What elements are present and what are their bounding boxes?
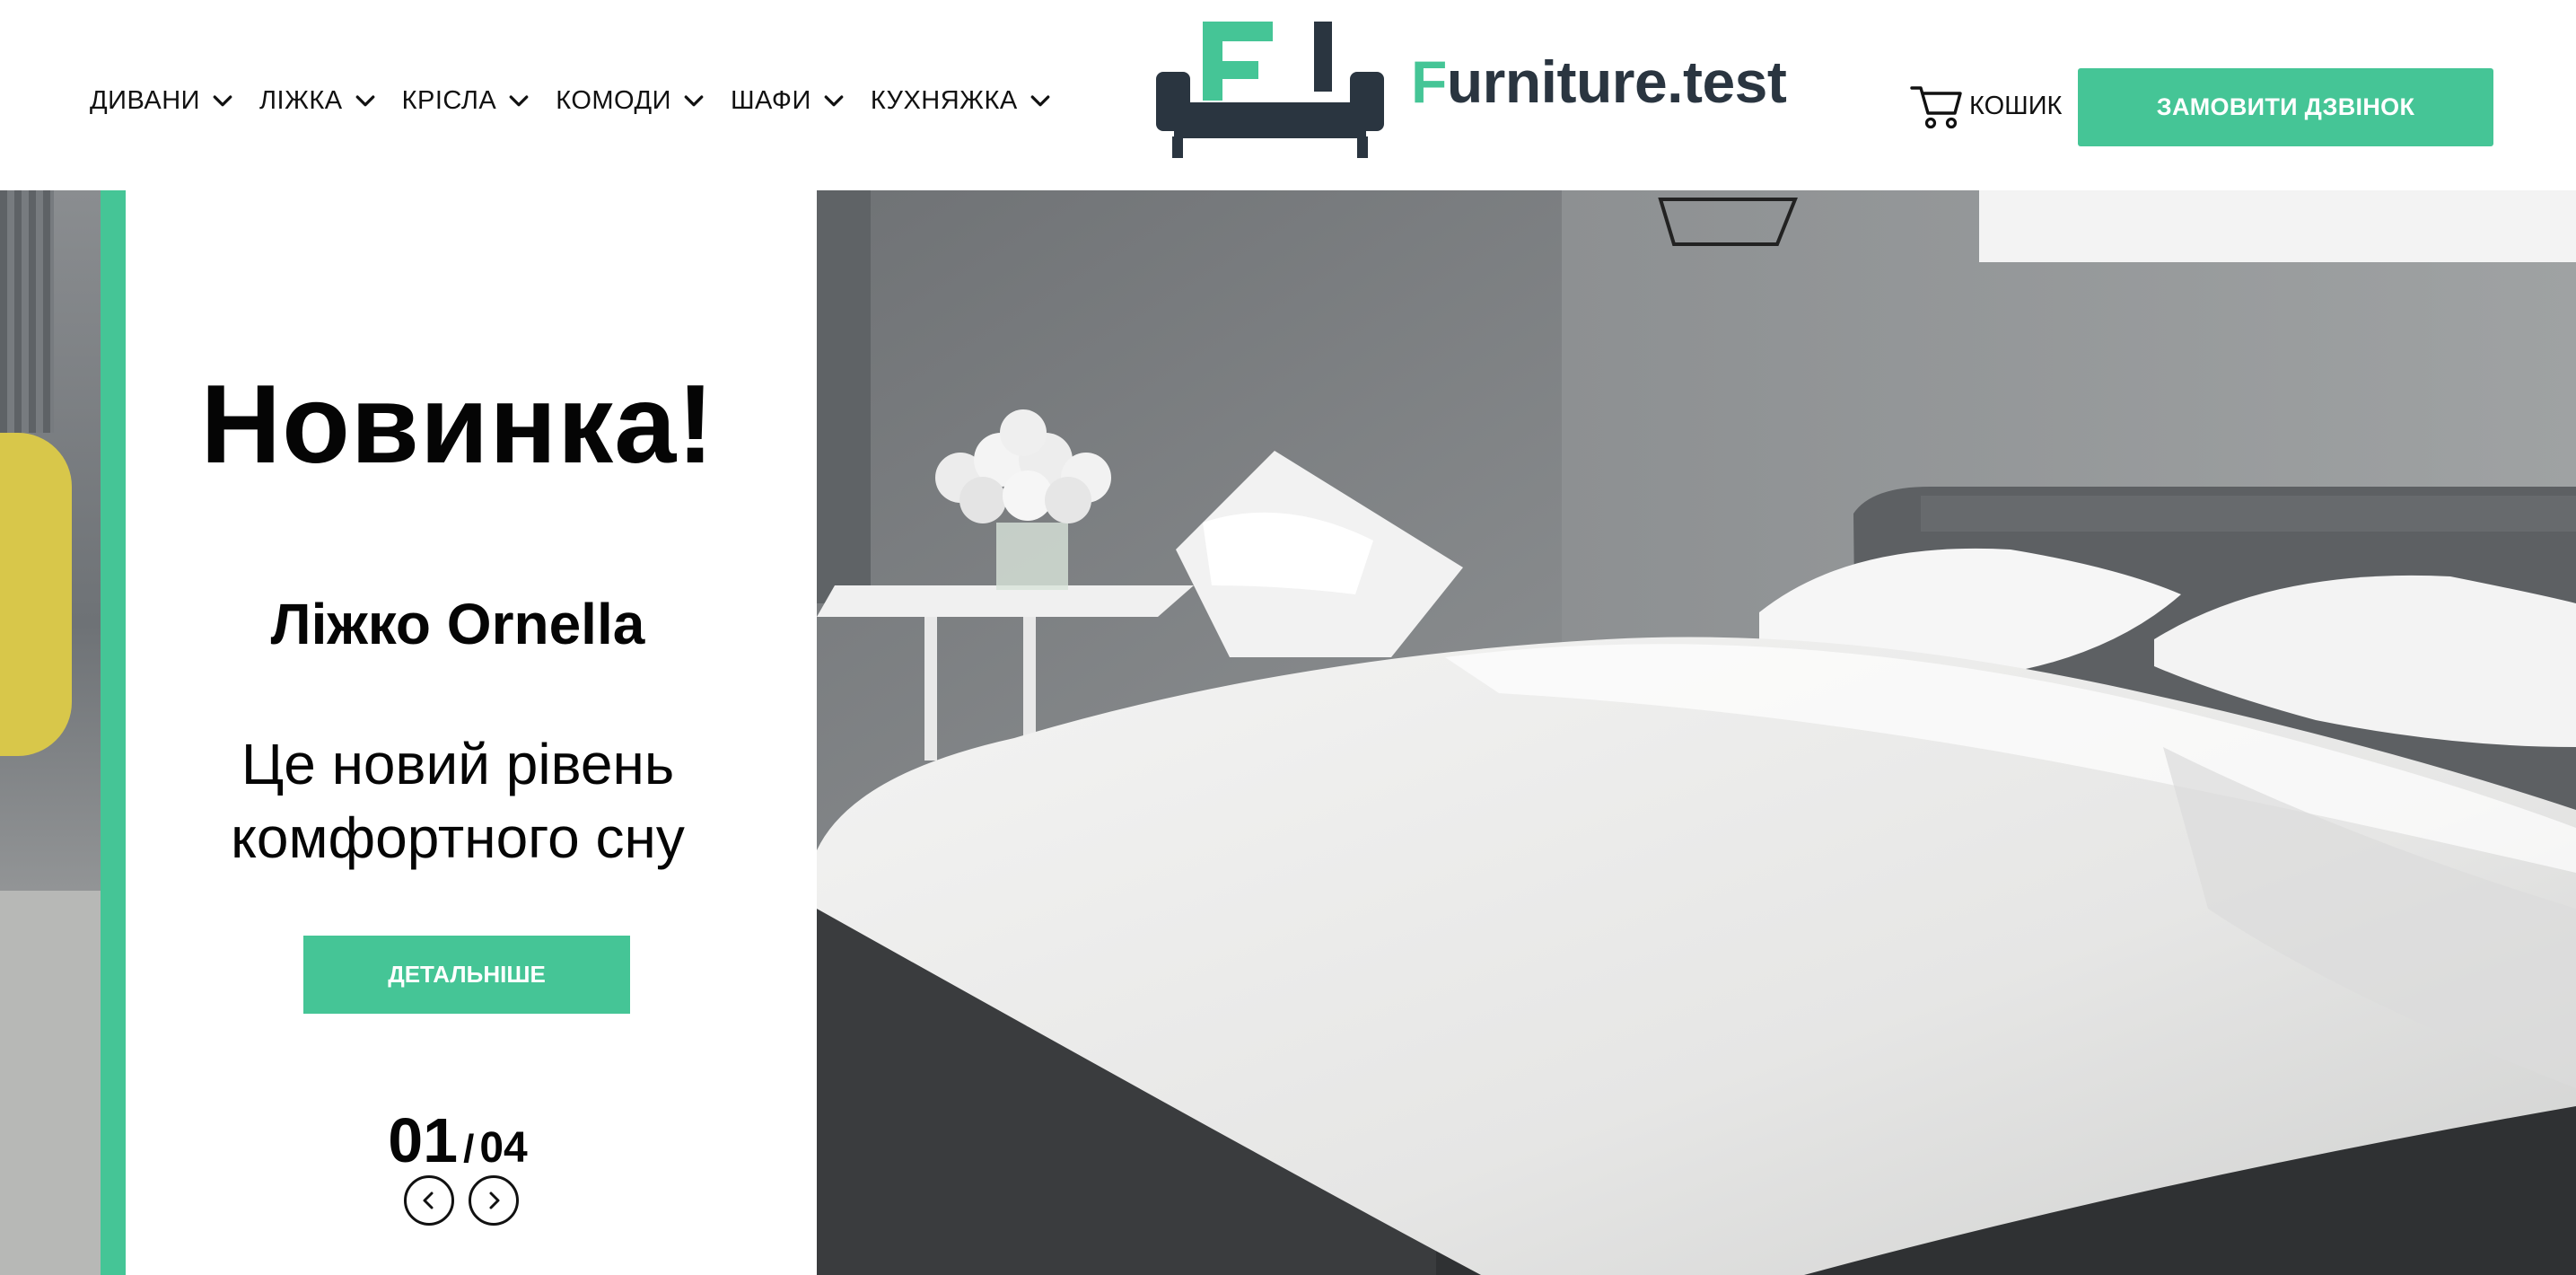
slider-arrows <box>404 1175 533 1226</box>
previous-slide-peek <box>0 190 101 1275</box>
prev-slide-button[interactable] <box>404 1175 454 1226</box>
window-frame-shape <box>817 190 871 603</box>
chevron-down-icon <box>1030 94 1050 106</box>
slide-counter: 01/04 <box>126 1104 790 1176</box>
vase-shape <box>996 523 1068 590</box>
chevron-down-icon <box>355 94 374 106</box>
slide-separator: / <box>463 1127 475 1171</box>
chevron-right-icon <box>489 1191 500 1209</box>
site-logo[interactable]: Furniture.test <box>1156 20 1787 160</box>
table-leg-shape <box>924 617 937 761</box>
next-slide-button[interactable] <box>469 1175 519 1226</box>
product-title: Ліжко Ornella <box>270 592 645 656</box>
logo-wordmark: Furniture.test <box>1411 48 1787 116</box>
nav-item-label: ЛІЖКА <box>259 86 343 115</box>
wall-art-shape <box>1979 190 2576 262</box>
table-leg-shape <box>1023 617 1036 743</box>
headboard-top-shape <box>1921 496 2576 532</box>
site-header: ДИВАНИ ЛІЖКА КРІСЛА КОМОДИ ШАФИ КУХНЯЖКА <box>0 0 2576 190</box>
tagline-line-2: комфортного сну <box>231 805 685 870</box>
floor-decoration <box>0 891 101 1275</box>
main-nav: ДИВАНИ ЛІЖКА КРІСЛА КОМОДИ ШАФИ КУХНЯЖКА <box>90 86 1077 116</box>
curtain-decoration <box>0 190 54 433</box>
chevron-down-icon <box>824 94 844 106</box>
chevron-down-icon <box>213 94 232 106</box>
cart-link[interactable]: КОШИК <box>1908 79 2062 133</box>
nav-item-dyvany[interactable]: ДИВАНИ <box>90 86 236 116</box>
nav-item-shafy[interactable]: ШАФИ <box>731 86 847 116</box>
tagline-line-1: Це новий рівень <box>241 732 675 796</box>
nav-item-kukhnyazhka[interactable]: КУХНЯЖКА <box>871 86 1054 116</box>
slide-info-panel: Новинка! Ліжко Ornella Це новий рівень к… <box>126 190 817 1275</box>
nav-item-lizhka[interactable]: ЛІЖКА <box>259 86 379 116</box>
chevron-left-icon <box>423 1191 434 1209</box>
nav-item-label: КОМОДИ <box>556 86 671 115</box>
sofa-logo-icon <box>1156 22 1384 158</box>
nav-item-label: ДИВАНИ <box>90 86 200 115</box>
bedroom-photo <box>817 190 2576 1275</box>
hero-slider: Новинка! Ліжко Ornella Це новий рівень к… <box>0 190 2576 1275</box>
logo-wordmark-rest: urniture.test <box>1446 48 1787 115</box>
yellow-chair-decoration <box>0 433 72 756</box>
nav-item-label: КРІСЛА <box>401 86 497 115</box>
product-tagline: Це новий рівень комфортного сну <box>126 727 790 875</box>
cart-icon <box>1910 86 1962 129</box>
side-table-top-shape <box>817 585 1194 617</box>
nav-item-komody[interactable]: КОМОДИ <box>556 86 707 116</box>
slide-badge: Новинка! <box>200 363 715 487</box>
nav-item-label: ШАФИ <box>730 86 811 115</box>
logo-accent-letter: F <box>1411 48 1447 115</box>
slide-total: 04 <box>479 1124 528 1172</box>
nav-item-label: КУХНЯЖКА <box>870 86 1018 115</box>
cart-label: КОШИК <box>1969 91 2063 120</box>
slide-current: 01 <box>388 1105 459 1175</box>
nav-item-krisla[interactable]: КРІСЛА <box>402 86 533 116</box>
accent-bar <box>101 190 126 1275</box>
details-button[interactable]: ДЕТАЛЬНІШЕ <box>303 936 630 1014</box>
chevron-down-icon <box>509 94 529 106</box>
chevron-down-icon <box>684 94 704 106</box>
order-call-button[interactable]: ЗАМОВИТИ ДЗВІНОК <box>2078 68 2493 146</box>
